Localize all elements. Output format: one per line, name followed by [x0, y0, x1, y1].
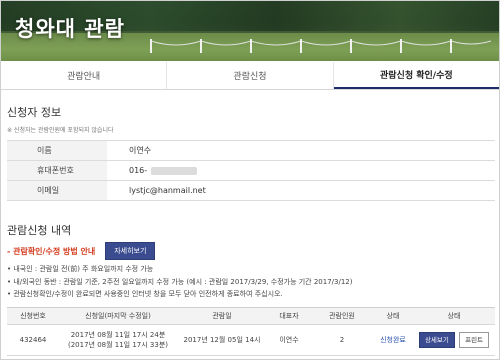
phone-prefix: 016-	[129, 166, 148, 175]
status-link[interactable]: 신청완료	[380, 336, 406, 344]
tab-bar: 관람안내 관람신청 관람신청 확인/수정	[1, 62, 499, 90]
cell-status: 신청완료	[373, 324, 413, 356]
info-label: 이름	[7, 140, 107, 161]
notice-list: • 내국인 : 관람일 전(前) 주 화요일까지 수정 가능 • 내/외국인 동…	[7, 263, 352, 301]
col-header-actions: 상태	[413, 307, 495, 325]
info-value-phone: 016-	[107, 160, 495, 181]
apply-date: 2017년 08월 11일 17시 24분	[70, 331, 166, 339]
application-history-table: 신청번호 신청일(마지막 수정일) 관람일 대표자 관람인원 상태 상태 432…	[7, 307, 495, 356]
info-label: 이메일	[7, 180, 107, 201]
col-header-visitor-count: 관람인원	[311, 307, 373, 325]
col-header-representative: 대표자	[267, 307, 311, 325]
redacted-phone	[151, 166, 198, 175]
view-details-button[interactable]: 자세히보기	[105, 242, 156, 260]
table-row: 432464 2017년 08월 11일 17시 24분 (2017년 08월 …	[7, 324, 495, 356]
col-header-status: 상태	[373, 307, 413, 325]
history-section-title: 관람신청 내역	[7, 224, 72, 237]
info-value: 이연수	[107, 140, 495, 161]
notice-item: • 내국인 : 관람일 전(前) 주 화요일까지 수정 가능	[7, 265, 154, 273]
hero-banner: 청와대 관람	[1, 1, 499, 61]
table-header-row: 신청번호 신청일(마지막 수정일) 관람일 대표자 관람인원 상태 상태	[7, 307, 495, 325]
page-frame: 청와대 관람 관람안내 관람신청 관람신청 확인/수정 신청자 정보 ※ 신청자…	[0, 0, 500, 360]
info-row-email: 이메일 lystjc@hanmail.net	[7, 180, 495, 201]
tab-visit-apply[interactable]: 관람신청	[167, 62, 334, 89]
info-row-name: 이름 이연수	[7, 140, 495, 161]
tab-visit-info[interactable]: 관람안내	[1, 62, 168, 89]
info-row-phone: 휴대폰번호 016-	[7, 160, 495, 181]
tab-visit-check-edit[interactable]: 관람신청 확인/수정	[333, 62, 499, 89]
cell-visitor-count: 2	[311, 324, 373, 356]
guide-label: - 관람확인/수정 방법 안내	[7, 246, 96, 256]
notice-item: • 관람신청확인/수정이 완료되면 사용중인 인터넷 창을 모두 닫아 인전하게…	[7, 290, 283, 298]
print-button[interactable]: 프린트	[459, 332, 490, 348]
page-title: 청와대 관람	[15, 17, 125, 41]
applicant-section-title: 신청자 정보	[7, 106, 62, 119]
notice-item: • 내/외국인 동반 : 관람일 기준, 2주전 일요일까지 수정 가능 (예시…	[7, 277, 353, 286]
info-value: lystjc@hanmail.net	[107, 180, 495, 201]
col-header-app-no: 신청번호	[7, 307, 59, 325]
modified-date: (2017년 08월 11일 17시 33분)	[67, 341, 168, 349]
cell-app-no: 432464	[7, 324, 59, 356]
cell-representative: 이연수	[267, 324, 311, 356]
view-detail-button[interactable]: 상세보기	[418, 332, 455, 348]
cell-actions: 상세보기 프린트	[413, 324, 495, 356]
applicant-info-table: 이름 이연수 휴대폰번호 016- 이메일 lystjc@hanmail.net	[7, 140, 495, 201]
col-header-apply-date: 신청일(마지막 수정일)	[59, 307, 177, 325]
cell-apply-date: 2017년 08월 11일 17시 24분 (2017년 08월 11일 17시…	[59, 324, 177, 356]
col-header-visit-date: 관람일	[177, 307, 267, 325]
cell-visit-date: 2017년 12월 05일 14시	[177, 324, 267, 356]
applicant-note: ※ 신청자는 관람인원에 포함되지 않습니다	[7, 127, 114, 134]
guide-row: - 관람확인/수정 방법 안내 자세히보기	[7, 242, 156, 260]
info-label: 휴대폰번호	[7, 160, 107, 181]
